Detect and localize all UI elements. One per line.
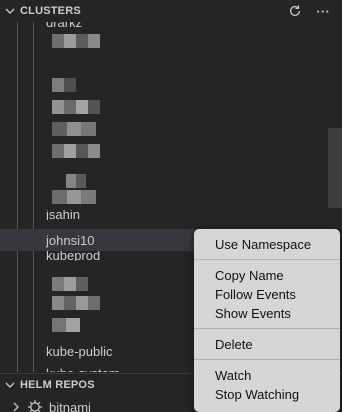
redacted-label xyxy=(52,190,97,204)
chevron-down-icon xyxy=(3,6,17,16)
redacted-label xyxy=(52,296,100,310)
tree-row-label: drarkz xyxy=(46,22,83,30)
clusters-title: CLUSTERS xyxy=(20,5,81,17)
helm-repo-label: bitnami xyxy=(49,399,91,412)
redacted-label xyxy=(52,34,100,48)
tree-row-label: jsahin xyxy=(46,210,80,220)
redacted-label xyxy=(52,78,76,92)
clusters-section-header[interactable]: CLUSTERS ··· xyxy=(0,0,342,22)
chevron-down-icon xyxy=(3,380,17,390)
tree-row-label: johnsi10 xyxy=(46,232,95,248)
kubernetes-explorer-panel: CLUSTERS ··· drarkz jsahin johnsi10 kube… xyxy=(0,0,342,412)
more-actions-icon[interactable]: ··· xyxy=(316,4,330,19)
redacted-label xyxy=(52,100,100,114)
redacted-label xyxy=(52,144,100,158)
redacted-label xyxy=(52,318,80,332)
refresh-icon[interactable] xyxy=(288,4,302,18)
redacted-label xyxy=(52,122,97,136)
clusters-header-actions: ··· xyxy=(288,0,330,22)
redacted-label xyxy=(52,277,88,291)
menu-item-copy-name[interactable]: Copy Name xyxy=(194,266,340,285)
menu-item-follow-events[interactable]: Follow Events xyxy=(194,285,340,304)
tree-row-label: kube-public xyxy=(46,343,113,359)
helm-repos-title: HELM REPOS xyxy=(20,378,95,391)
tree-row-label: kubeprod xyxy=(46,251,101,261)
menu-separator xyxy=(194,359,340,360)
scrollbar-thumb[interactable] xyxy=(328,128,342,208)
menu-separator xyxy=(194,328,340,329)
tree-indent-guide xyxy=(33,22,34,372)
redacted-label xyxy=(66,174,86,188)
menu-item-stop-watching[interactable]: Stop Watching xyxy=(194,385,340,404)
tree-indent-guide xyxy=(17,22,18,372)
menu-item-use-namespace[interactable]: Use Namespace xyxy=(194,235,340,254)
chevron-right-icon xyxy=(9,402,23,412)
tree-row-label: kube-system xyxy=(46,366,120,373)
menu-separator xyxy=(194,259,340,260)
tree-row-partial[interactable]: drarkz xyxy=(0,22,314,33)
tree-row-partial[interactable]: jsahin xyxy=(0,210,314,220)
menu-item-delete[interactable]: Delete xyxy=(194,335,340,354)
menu-item-watch[interactable]: Watch xyxy=(194,366,340,385)
context-menu: Use Namespace Copy Name Follow Events Sh… xyxy=(194,229,340,412)
helm-icon xyxy=(27,399,43,412)
menu-item-show-events[interactable]: Show Events xyxy=(194,304,340,323)
